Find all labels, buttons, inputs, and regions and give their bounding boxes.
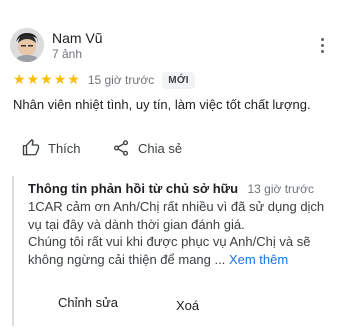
share-label: Chia sẻ [138, 140, 183, 156]
star-icon: ★ [67, 72, 80, 88]
share-button[interactable]: Chia sẻ [112, 138, 182, 158]
author-photo-count: 7 ảnh [52, 47, 83, 61]
edit-reply-button[interactable]: Chỉnh sửa [58, 295, 118, 310]
star-icon: ★ [26, 72, 40, 88]
owner-reply-paragraph: 1CAR cảm ơn Anh/Chị rất nhiều vì đã sử d… [28, 199, 325, 232]
star-icon: ★ [40, 72, 53, 88]
rating-row: ★ ★ ★ ★ ★ 15 giờ trước MỚI [13, 71, 195, 89]
owner-reply-paragraph: Chúng tôi rất vui khi được phục vụ Anh/C… [28, 234, 311, 267]
owner-reply-time: 13 giờ trước [247, 182, 314, 196]
like-button[interactable]: Thích [22, 138, 81, 158]
star-icon: ★ [13, 72, 26, 88]
like-label: Thích [48, 140, 81, 156]
new-badge: MỚI [162, 71, 195, 89]
owner-reply-text: 1CAR cảm ơn Anh/Chị rất nhiều vì đã sử d… [28, 198, 328, 268]
review-card: Nam Vũ 7 ảnh ★ ★ ★ ★ ★ 15 giờ trước MỚI … [0, 0, 347, 336]
owner-reply-title: Thông tin phản hồi từ chủ sở hữu [28, 181, 239, 196]
share-icon [113, 140, 129, 156]
review-time: 15 giờ trước [87, 73, 155, 87]
thumb-up-icon [22, 139, 40, 156]
see-more-link[interactable]: Xem thêm [229, 252, 288, 267]
delete-reply-button[interactable]: Xoá [176, 298, 199, 313]
author-name[interactable]: Nam Vũ [52, 30, 103, 46]
more-vert-icon[interactable] [314, 34, 330, 56]
user-avatar-icon[interactable] [10, 28, 44, 62]
star-icon: ★ [53, 72, 67, 88]
owner-reply: Thông tin phản hồi từ chủ sở hữu 13 giờ … [12, 176, 342, 326]
owner-reply-header: Thông tin phản hồi từ chủ sở hữu 13 giờ … [28, 180, 314, 198]
rating-stars: ★ ★ ★ ★ ★ [13, 73, 80, 87]
review-text: Nhân viên nhiệt tình, uy tín, làm việc t… [13, 97, 311, 112]
